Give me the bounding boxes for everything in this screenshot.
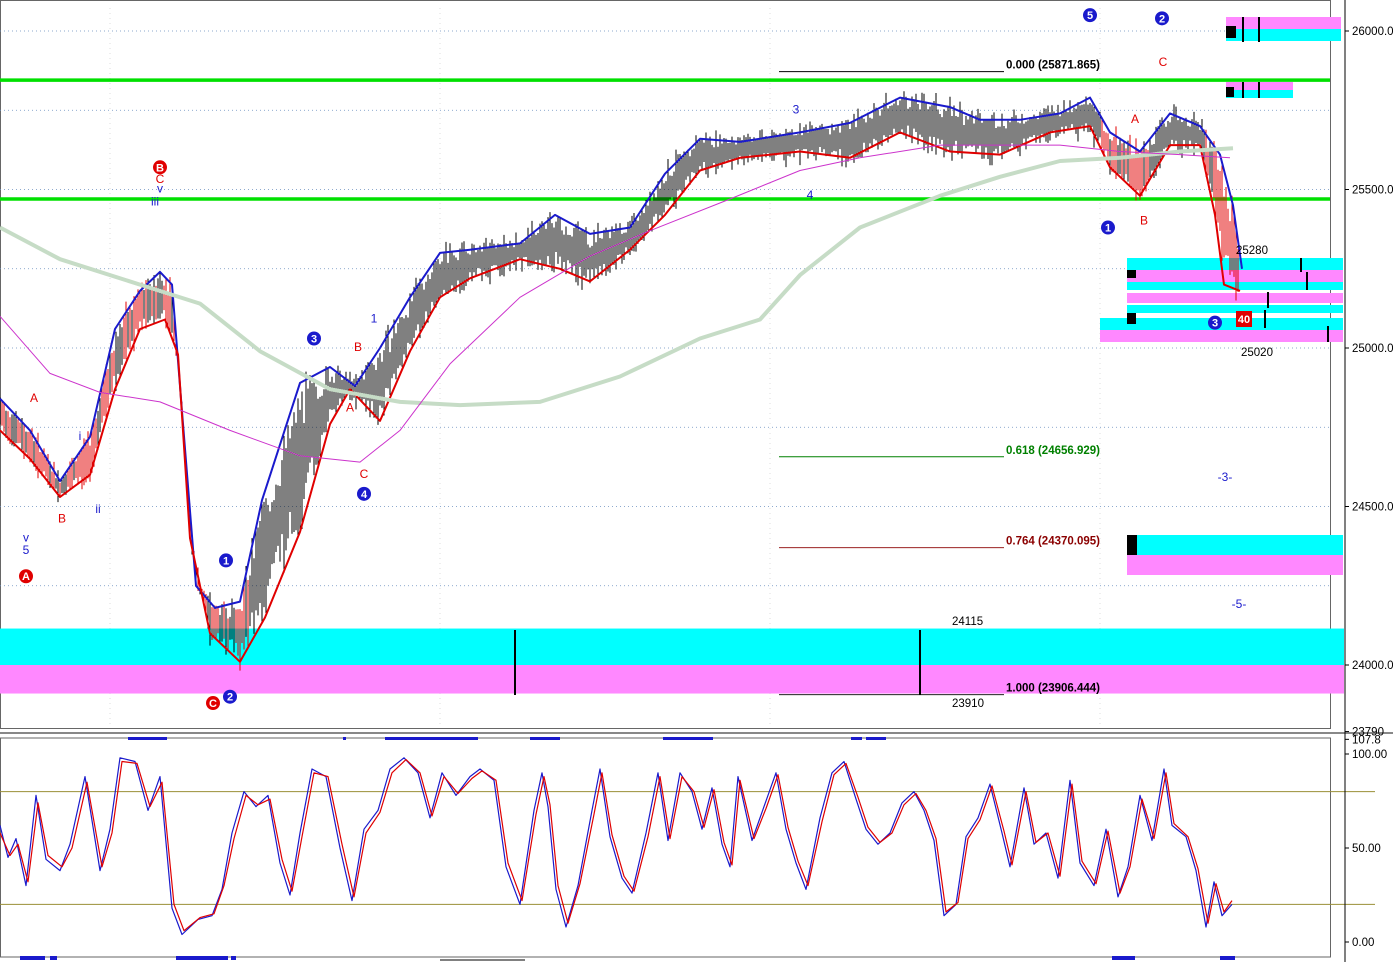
- wave-label: B: [58, 511, 66, 525]
- wave-label: B: [354, 340, 362, 354]
- signal-mark: [176, 956, 228, 960]
- signal-mark: [128, 737, 167, 740]
- signal-mark: [385, 737, 478, 740]
- wave-label-circled-text: 3: [1212, 318, 1218, 330]
- fib-label: 0.618 (24656.929): [1006, 445, 1100, 457]
- series-line: [0, 146, 1234, 408]
- signal-mark: [866, 737, 886, 740]
- target-zone: [1127, 270, 1343, 282]
- signal-mark: [343, 737, 346, 740]
- wave-label: A: [346, 400, 354, 414]
- target-zone: [1100, 330, 1343, 342]
- signal-badge-text: 40: [1238, 314, 1250, 326]
- wave-label-circled-text: 5: [1087, 10, 1093, 22]
- wave-label: C: [1159, 55, 1168, 69]
- wave-label: ii: [95, 502, 100, 516]
- signal-mark: [1220, 956, 1235, 960]
- fib-label: 1.000 (23906.444): [1006, 683, 1100, 695]
- series-line: [0, 96, 1243, 609]
- signal-mark: [851, 737, 862, 740]
- fib-label: 0.000 (25871.865): [1006, 60, 1100, 72]
- price-series: [0, 91, 1243, 671]
- target-marker: [1127, 535, 1137, 555]
- fib-label: 0.764 (24370.095): [1006, 536, 1100, 548]
- wave-label-circled-text: 1: [1105, 223, 1111, 235]
- oscillator-tick-label: 100.00: [1352, 749, 1387, 761]
- support-zone: [0, 628, 1344, 665]
- wave-label-circled-text: 4: [361, 489, 368, 501]
- wave-label: iii: [151, 194, 159, 208]
- support-zone: [0, 665, 1344, 694]
- price-label: 25020: [1241, 347, 1273, 359]
- wave-label: i: [79, 429, 82, 443]
- wave-label: 1: [371, 312, 378, 326]
- oscillator-panel: [0, 737, 1375, 961]
- price-tick-label: 26000.0: [1352, 26, 1393, 38]
- wave-label: -3-: [1218, 470, 1233, 484]
- oscillator-tick-label: 0.00: [1352, 937, 1374, 949]
- signal-mark: [231, 956, 236, 960]
- price-label: 23910: [952, 698, 984, 710]
- price-tick-label: 24000.0: [1352, 660, 1393, 672]
- wave-label: C: [360, 467, 369, 481]
- wave-label: 3: [793, 102, 800, 116]
- wave-label: A: [1131, 112, 1139, 126]
- chart-canvas: 0.000 (25871.865) 0.618 (24656.929) 0.764 …: [0, 0, 1393, 962]
- wave-label: B: [1140, 213, 1148, 227]
- wave-label-circled-text: 1: [223, 555, 229, 567]
- target-zone: [1127, 293, 1343, 303]
- price-tick-label: 25000.0: [1352, 343, 1393, 355]
- price-axis: 26000.025500.025000.024500.024000.023790…: [1344, 0, 1393, 962]
- target-zone: [1127, 535, 1343, 555]
- wave-label-circled-text: C: [209, 698, 217, 710]
- price-label: 25280: [1236, 245, 1268, 257]
- target-zone: [1127, 258, 1343, 270]
- signal-mark: [530, 737, 560, 740]
- signal-mark: [663, 737, 713, 740]
- signal-mark: [20, 956, 45, 960]
- target-zone: [1127, 555, 1343, 575]
- wave-label: A: [30, 391, 38, 405]
- price-panel-frame: [0, 0, 1331, 729]
- signal-mark: [1112, 956, 1135, 960]
- wave-label-circled-text: 2: [1159, 13, 1165, 25]
- signal-mark: [50, 956, 57, 960]
- target-zone: [1127, 305, 1343, 313]
- target-marker: [1127, 270, 1136, 278]
- oscillator-line: [0, 757, 1233, 936]
- oscillator-tick-label: 50.00: [1352, 843, 1381, 855]
- wave-label: -5-: [1232, 597, 1247, 611]
- price-tick-label: 24500.0: [1352, 502, 1393, 514]
- series-line: [0, 125, 1241, 663]
- price-label: 24115: [952, 616, 983, 628]
- oscillator-tick-label: 107.8: [1352, 734, 1381, 746]
- chart-root: 0.000 (25871.865) 0.618 (24656.929) 0.764 …: [0, 0, 1393, 962]
- price-tick-label: 25500.0: [1352, 185, 1393, 197]
- wave-label-circled-text: A: [22, 571, 30, 583]
- target-marker: [1226, 26, 1236, 38]
- wave-label: 5: [23, 543, 30, 557]
- wave-label-circled-text: 3: [311, 333, 317, 345]
- wave-labels: 25280250202411523910BAC12345 213CviiiABii…: [19, 8, 1273, 711]
- target-marker: [1226, 87, 1234, 97]
- oscillator-line: [0, 759, 1233, 932]
- series-line: [0, 144, 1231, 463]
- wave-label-circled-text: 2: [227, 692, 233, 704]
- wave-label: 4: [807, 188, 814, 202]
- target-marker: [1127, 313, 1136, 324]
